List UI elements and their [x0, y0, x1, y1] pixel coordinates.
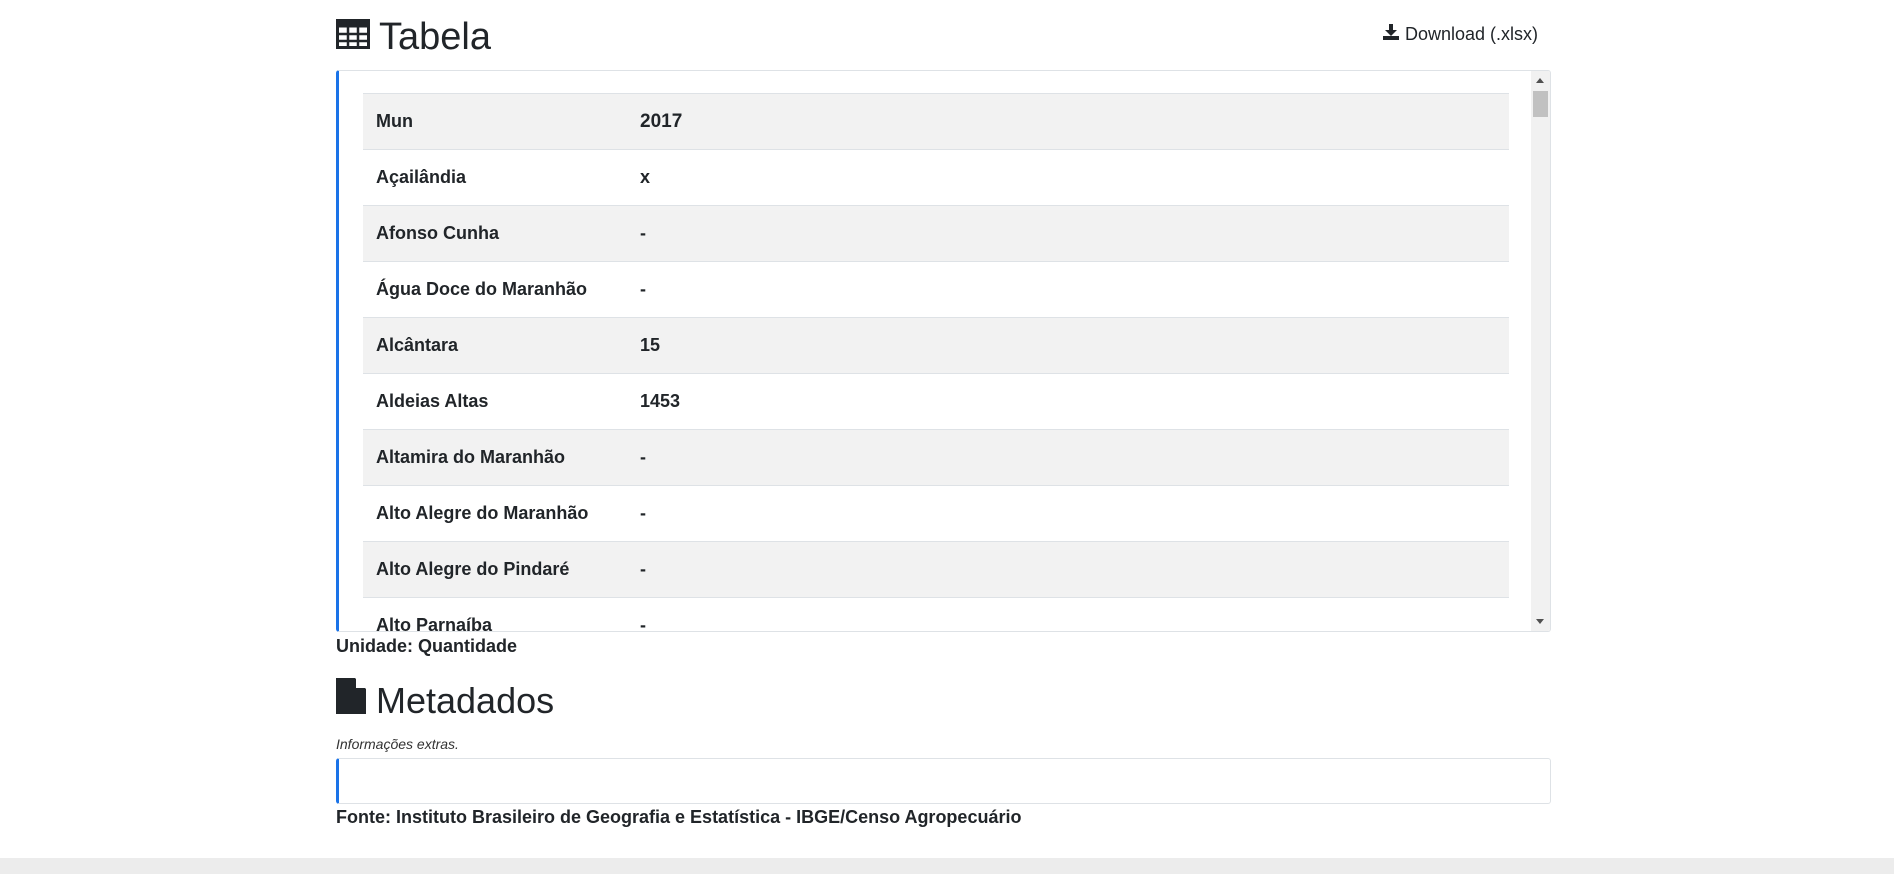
table-section-header: Tabela Download (.xlsx): [336, 0, 1551, 70]
page-container: Tabela Download (.xlsx) Mun 2017 Açailân…: [336, 0, 1551, 827]
metadata-section-header: Metadados: [336, 678, 554, 724]
cell-value: -: [627, 429, 1509, 486]
table-title-text: Tabela: [379, 16, 491, 58]
cell-municipality: Água Doce do Maranhão: [363, 261, 627, 318]
metadata-title-text: Metadados: [376, 680, 555, 721]
table-row: Alto Alegre do Pindaré -: [363, 541, 1509, 598]
header-cell-year: 2017: [627, 93, 1509, 150]
table-section-title: Tabela: [336, 14, 491, 60]
cell-municipality: Altamira do Maranhão: [363, 429, 627, 486]
cell-municipality: Alcântara: [363, 317, 627, 374]
metadata-section-title: Metadados: [336, 678, 554, 724]
cell-value: -: [627, 541, 1509, 598]
scroll-down-arrow-icon[interactable]: [1536, 619, 1544, 624]
source-text: Fonte: Instituto Brasileiro de Geografia…: [336, 807, 1022, 827]
table-scroll-area[interactable]: Mun 2017 Açailândia x Afonso Cunha - Águ…: [363, 93, 1509, 631]
table-row: Altamira do Maranhão -: [363, 429, 1509, 486]
data-table-panel[interactable]: Mun 2017 Açailândia x Afonso Cunha - Águ…: [336, 70, 1551, 632]
table-icon: [336, 14, 379, 60]
cell-value: x: [627, 149, 1509, 206]
table-row: Água Doce do Maranhão -: [363, 261, 1509, 318]
table-header-row: Mun 2017: [363, 93, 1509, 150]
cell-municipality: Alto Parnaíba: [363, 597, 627, 631]
table-scrollbar[interactable]: [1531, 71, 1550, 631]
cell-municipality: Alto Alegre do Pindaré: [363, 541, 627, 598]
download-xlsx-button[interactable]: Download (.xlsx): [1382, 24, 1538, 45]
header-cell-mun: Mun: [363, 93, 627, 150]
table-row: Aldeias Altas 1453: [363, 373, 1509, 430]
table-row: Alcântara 15: [363, 317, 1509, 374]
cell-value: 1453: [627, 373, 1509, 430]
cell-municipality: Açailândia: [363, 149, 627, 206]
table-row: Afonso Cunha -: [363, 205, 1509, 262]
unit-label: Unidade: Quantidade: [336, 636, 518, 656]
download-icon: [1382, 24, 1405, 45]
extras-label: Informações extras.: [336, 736, 459, 752]
cell-value: 15: [627, 317, 1509, 374]
data-table: Mun 2017 Açailândia x Afonso Cunha - Águ…: [363, 93, 1509, 631]
cell-value: -: [627, 485, 1509, 542]
cell-value: -: [627, 261, 1509, 318]
scroll-up-arrow-icon[interactable]: [1536, 78, 1544, 83]
cell-municipality: Alto Alegre do Maranhão: [363, 485, 627, 542]
cell-municipality: Aldeias Altas: [363, 373, 627, 430]
footer-strip: [0, 858, 1894, 874]
cell-value: -: [627, 597, 1509, 631]
file-icon: [336, 678, 376, 724]
scroll-thumb[interactable]: [1533, 91, 1548, 117]
table-row: Alto Parnaíba -: [363, 597, 1509, 631]
metadata-box: [336, 758, 1551, 804]
table-row: Alto Alegre do Maranhão -: [363, 485, 1509, 542]
cell-value: -: [627, 205, 1509, 262]
download-label: Download (.xlsx): [1404, 24, 1538, 44]
cell-municipality: Afonso Cunha: [363, 205, 627, 262]
table-row: Açailândia x: [363, 149, 1509, 206]
